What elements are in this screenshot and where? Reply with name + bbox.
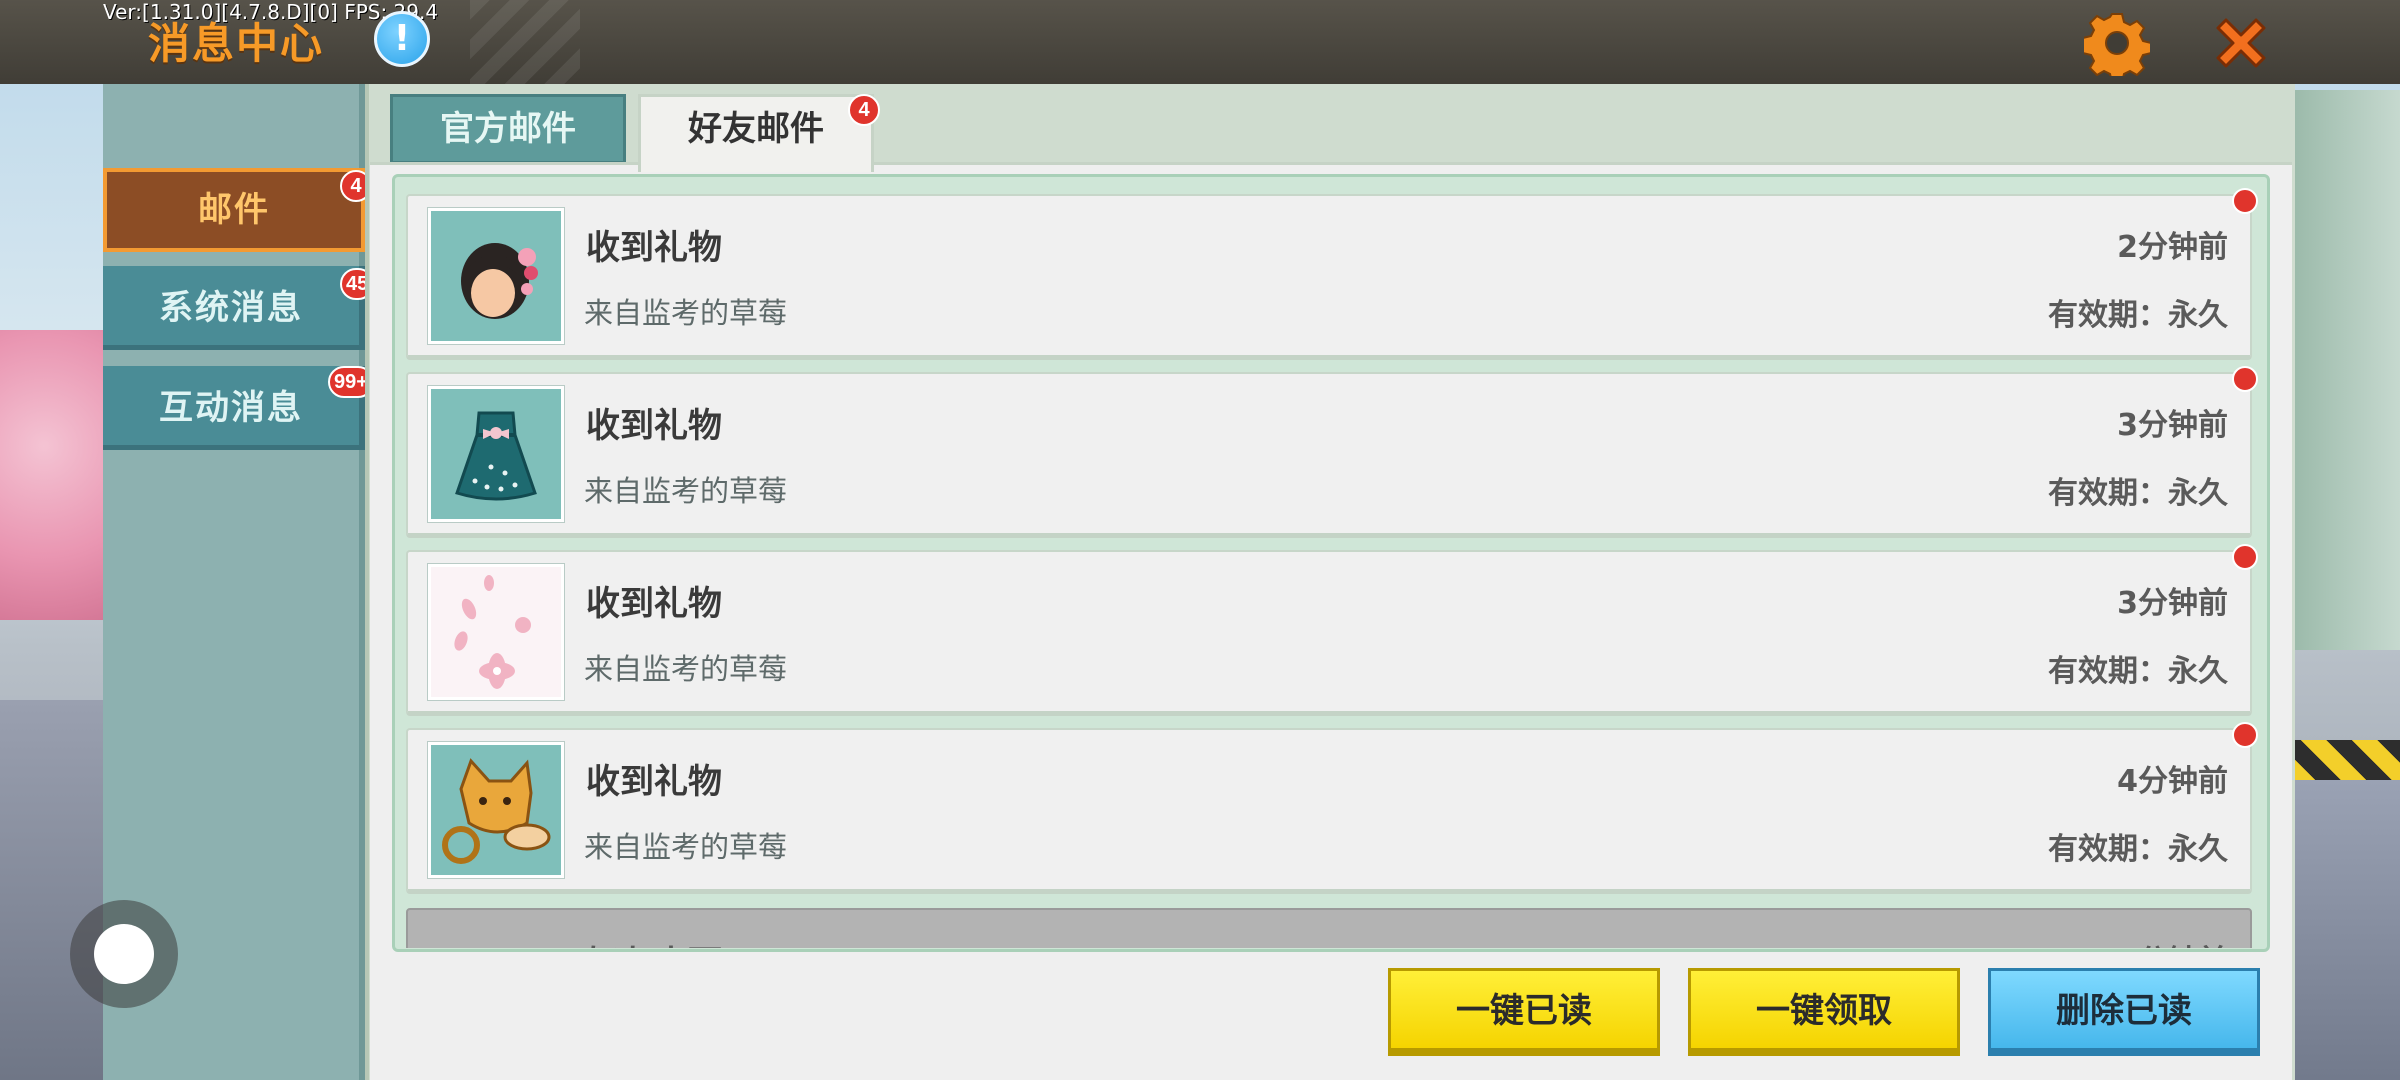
- mail-title: 好友来而: [586, 936, 722, 948]
- sidebar-item-label: 邮件: [198, 190, 270, 230]
- virtual-joystick[interactable]: [70, 900, 178, 1008]
- mail-expiry: 有效期：永久: [2048, 476, 2228, 511]
- sidebar-item-label: 互动消息: [159, 388, 303, 428]
- mark-all-read-button[interactable]: 一键已读: [1388, 968, 1660, 1056]
- gear-icon: [2082, 13, 2152, 83]
- unread-dot: [2232, 188, 2258, 214]
- close-icon: [2216, 18, 2266, 68]
- mail-expiry: 有效期：永久: [2048, 654, 2228, 689]
- shiba-dog-icon: [427, 741, 565, 879]
- cherry-blossom-icon: [427, 563, 565, 701]
- mail-row[interactable]: 收到礼物 来自监考的草莓 3分钟前 有效期：永久: [406, 550, 2252, 716]
- mail-title: 收到礼物: [586, 584, 722, 624]
- unread-dot: [2232, 544, 2258, 570]
- delete-read-button[interactable]: 删除已读: [1988, 968, 2260, 1056]
- mail-sender: 来自监考的草莓: [584, 830, 788, 864]
- mail-expiry: 有效期：永久: [2048, 832, 2228, 867]
- sidebar-item-system-messages[interactable]: 系统消息: [103, 266, 365, 350]
- sidebar-item-mail[interactable]: 邮件: [103, 168, 365, 252]
- mail-row: 好友来而 5分钟前: [406, 908, 2252, 948]
- tab-friend-mail[interactable]: 好友邮件: [638, 94, 874, 172]
- mail-time: 3分钟前: [2117, 408, 2228, 443]
- mail-title: 收到礼物: [586, 762, 722, 802]
- settings-button[interactable]: [2082, 10, 2152, 83]
- mail-row[interactable]: 收到礼物 来自监考的草莓 4分钟前 有效期：永久: [406, 728, 2252, 894]
- sidebar-item-interaction-messages[interactable]: 互动消息: [103, 366, 365, 450]
- mail-time: 2分钟前: [2117, 230, 2228, 265]
- unread-dot: [2232, 722, 2258, 748]
- mail-row[interactable]: 收到礼物 来自监考的草莓 2分钟前 有效期：永久: [406, 194, 2252, 360]
- mail-sender: 来自监考的草莓: [584, 296, 788, 330]
- mail-sender: 来自监考的草莓: [584, 652, 788, 686]
- mail-time: 4分钟前: [2117, 764, 2228, 799]
- mail-row-clipped[interactable]: 好友来而 5分钟前: [406, 908, 2252, 948]
- mail-sender: 来自监考的草莓: [584, 474, 788, 508]
- sidebar-item-label: 系统消息: [159, 288, 303, 328]
- friend-mail-badge: 4: [848, 94, 880, 126]
- close-button[interactable]: [2208, 10, 2274, 76]
- joystick-knob[interactable]: [94, 924, 154, 984]
- mail-time: 5分钟前: [2117, 936, 2228, 948]
- exclamation-icon: !: [393, 18, 411, 59]
- mail-title: 收到礼物: [586, 406, 722, 446]
- dress-icon: [427, 385, 565, 523]
- mail-row[interactable]: 收到礼物 来自监考的草莓 3分钟前 有效期：永久: [406, 372, 2252, 538]
- tab-official-mail[interactable]: 官方邮件: [390, 94, 626, 164]
- hairstyle-icon: [427, 207, 565, 345]
- claim-all-button[interactable]: 一键领取: [1688, 968, 1960, 1056]
- info-button[interactable]: !: [374, 11, 430, 67]
- mail-time: 3分钟前: [2117, 586, 2228, 621]
- mail-title: 收到礼物: [586, 228, 722, 268]
- mail-expiry: 有效期：永久: [2048, 298, 2228, 333]
- unread-dot: [2232, 366, 2258, 392]
